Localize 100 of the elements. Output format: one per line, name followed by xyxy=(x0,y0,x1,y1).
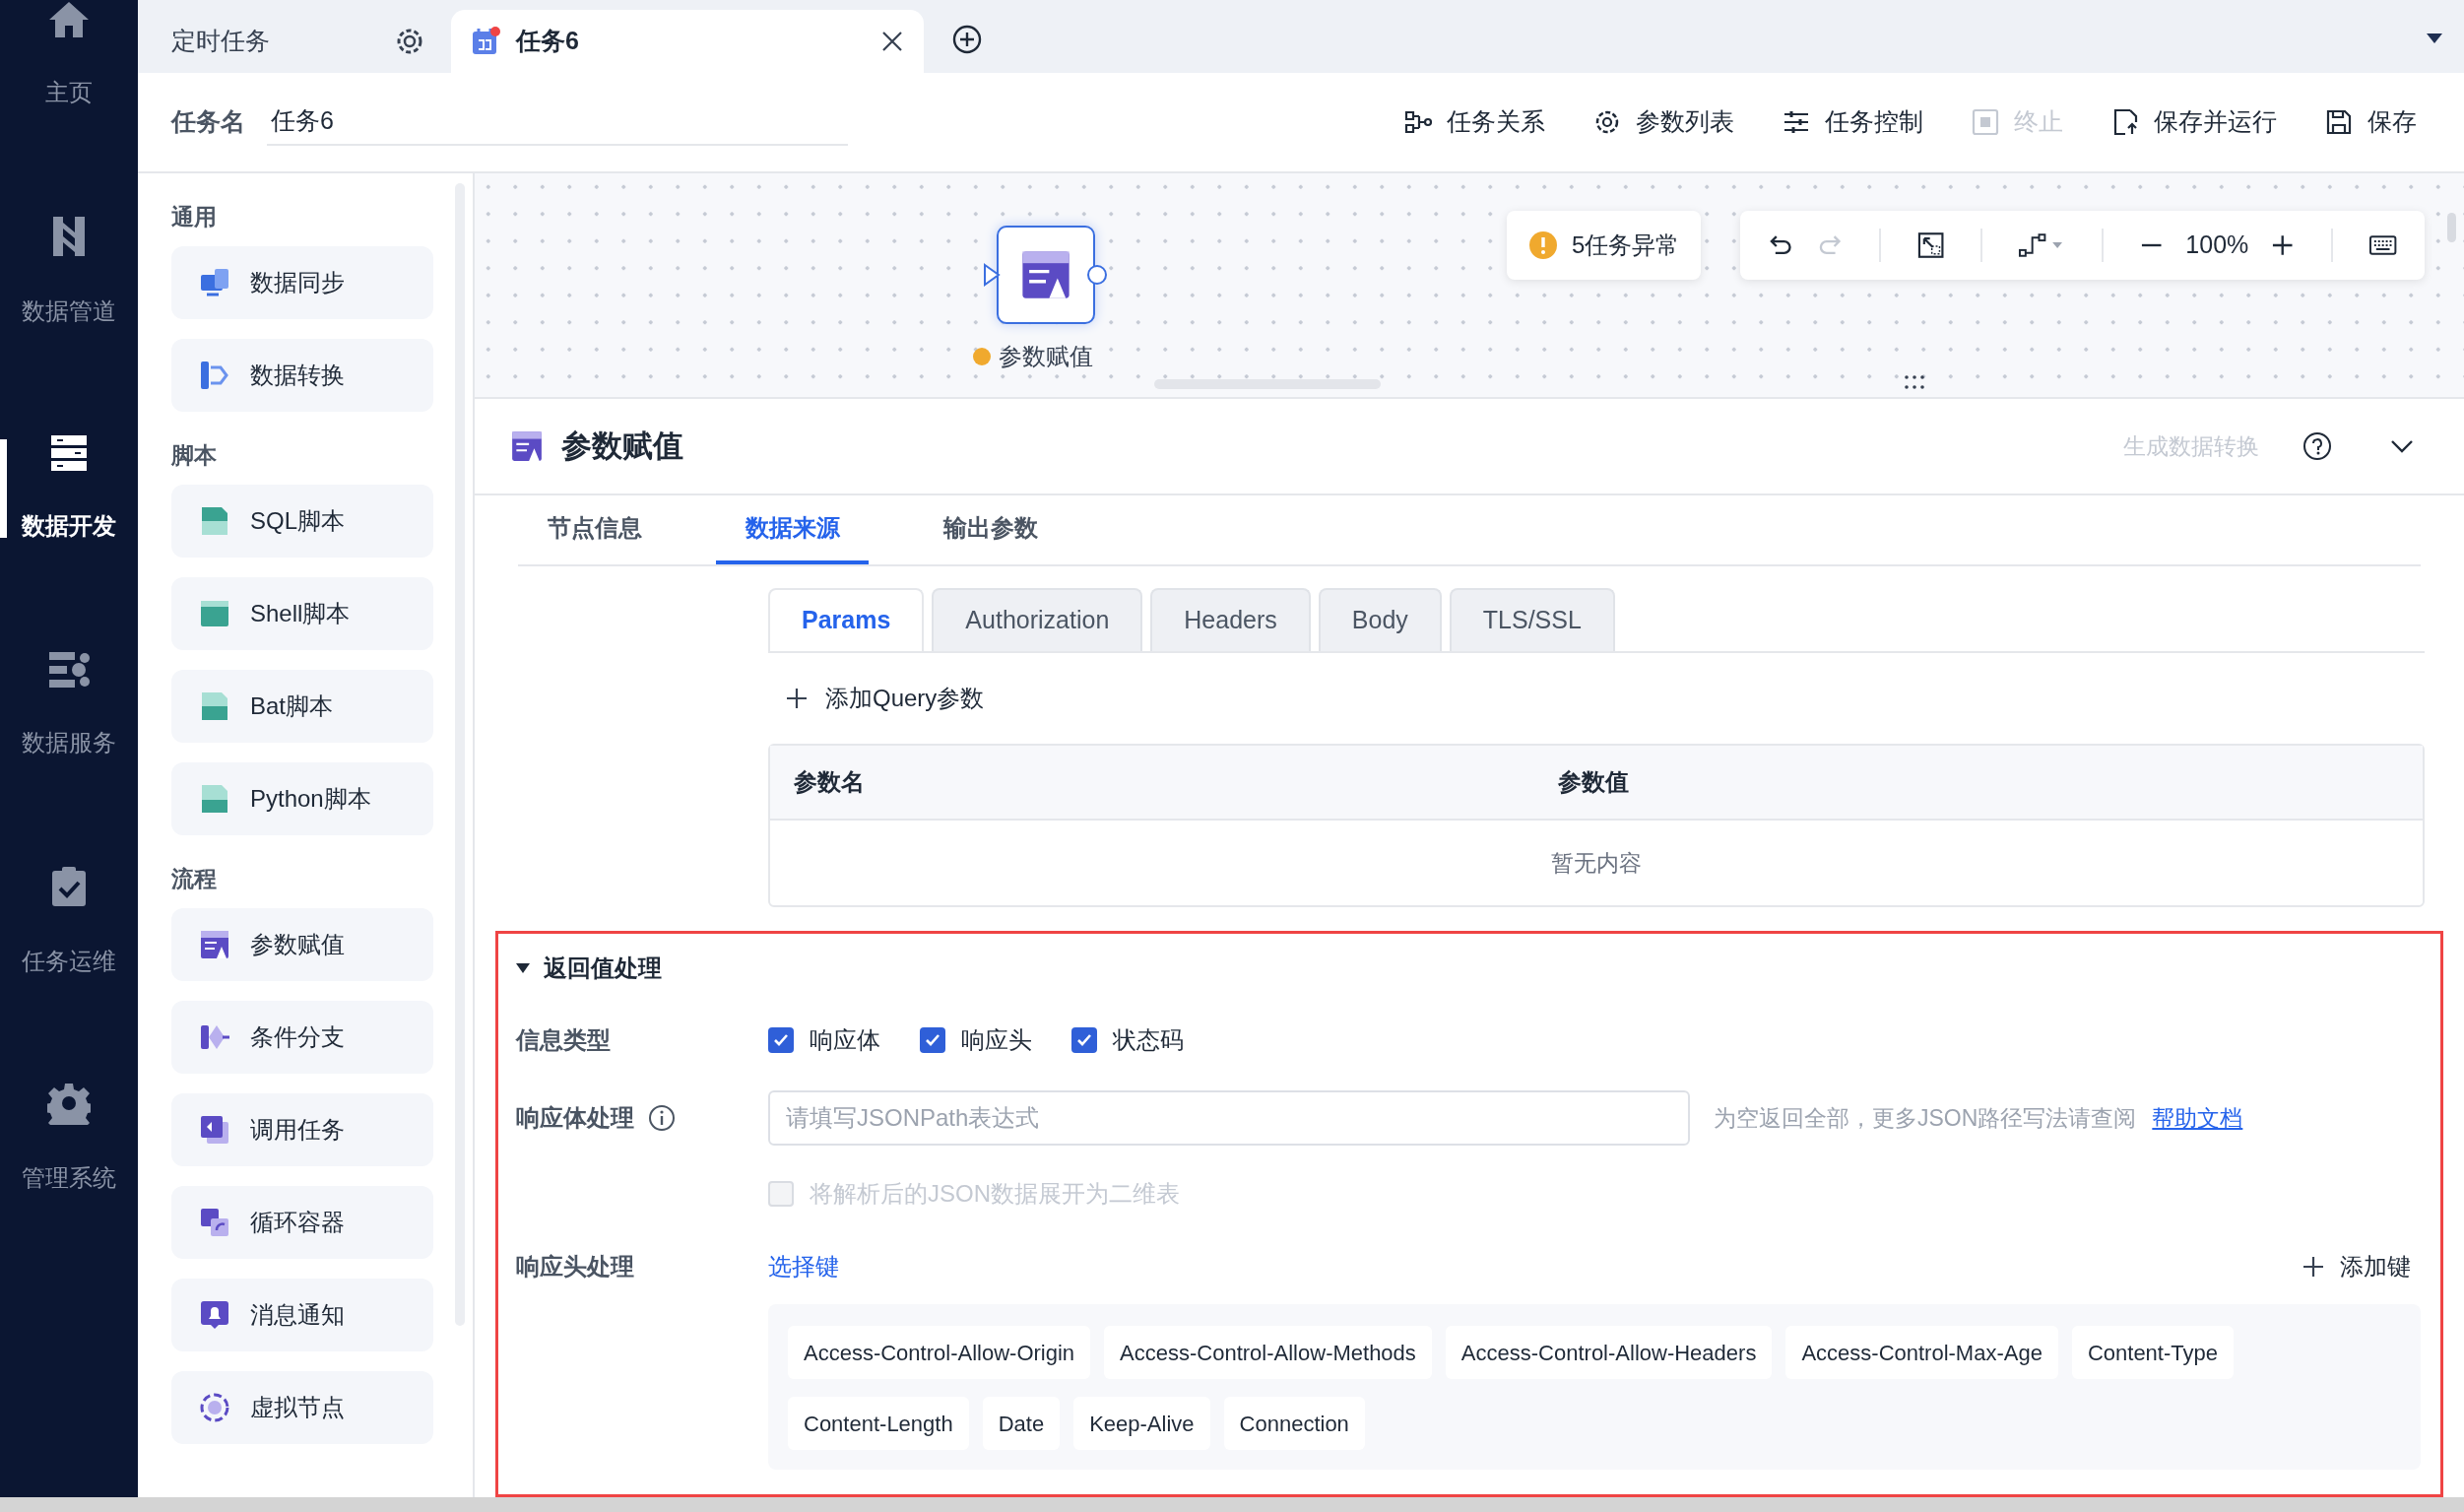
nav-item[interactable]: 数据服务 xyxy=(22,725,116,760)
scrollbar[interactable] xyxy=(2447,213,2456,242)
field-label: 信息类型 xyxy=(516,1025,612,1055)
checkbox[interactable] xyxy=(768,1027,794,1053)
section-heading: 通用 xyxy=(171,202,217,231)
ring-icon xyxy=(199,1392,230,1423)
chevron-down-icon[interactable] xyxy=(2389,438,2415,454)
caret-down-icon[interactable] xyxy=(516,962,530,974)
tab[interactable]: 定时任务 xyxy=(138,10,451,73)
plus-icon xyxy=(786,688,808,709)
empty-message: 暂无内容 xyxy=(1551,848,1642,878)
hint-text: 为空返回全部，更多JSON路径写法请查阅 xyxy=(1714,1103,2137,1133)
input-port-icon xyxy=(983,263,1001,287)
header-key-tag[interactable]: Access-Control-Allow-Origin xyxy=(788,1326,1091,1379)
nav-icon xyxy=(50,865,88,908)
header-key-tag[interactable]: Access-Control-Allow-Headers xyxy=(1445,1326,1773,1379)
dropdown-caret-icon[interactable] xyxy=(2427,33,2442,43)
palette-item[interactable]: 消息通知 xyxy=(171,1279,433,1351)
add-key-button[interactable]: 添加键 xyxy=(2302,1249,2411,1284)
palette-item[interactable]: Bat脚本 xyxy=(171,670,433,743)
add-query-button[interactable]: 添加Query参数 xyxy=(768,681,985,716)
link[interactable]: 选择键 xyxy=(768,1249,839,1284)
script-file-icon xyxy=(199,690,230,722)
fit-view-icon[interactable] xyxy=(1915,230,1946,260)
monitor-icon xyxy=(199,267,230,298)
tab[interactable]: 节点信息 xyxy=(518,495,671,564)
nav-item[interactable]: 数据管道 xyxy=(22,294,116,329)
link[interactable]: 帮助文档 xyxy=(2152,1100,2243,1136)
sliders-icon xyxy=(1019,248,1072,301)
tab[interactable]: Params xyxy=(768,588,925,651)
checkbox-label: 将解析后的JSON数据展开为二维表 xyxy=(810,1179,1180,1209)
column-header: 参数值 xyxy=(1558,767,1630,797)
section-title[interactable]: 返回值处理 xyxy=(544,951,662,986)
palette-item[interactable]: 条件分支 xyxy=(171,1001,433,1074)
header-key-tag[interactable]: Keep-Alive xyxy=(1073,1397,1210,1450)
field-label: 任务名 xyxy=(171,106,245,138)
palette-item[interactable]: 参数赋值 xyxy=(171,908,433,981)
checkbox[interactable] xyxy=(920,1027,945,1053)
field-label: 响应头处理 xyxy=(516,1252,635,1282)
nav-item[interactable]: 任务运维 xyxy=(22,944,116,979)
checkbox-label: 响应体 xyxy=(810,1025,880,1055)
checkbox[interactable] xyxy=(1071,1027,1097,1053)
branch-arrow-icon xyxy=(199,360,230,391)
stop-icon xyxy=(1971,107,2000,137)
tab[interactable]: Headers xyxy=(1150,588,1311,651)
output-port-icon[interactable] xyxy=(1086,264,1108,286)
plus-icon xyxy=(2302,1256,2324,1278)
header-key-tag[interactable]: Access-Control-Allow-Methods xyxy=(1104,1326,1432,1379)
palette-item[interactable]: 数据同步 xyxy=(171,246,433,319)
header-key-tag[interactable]: Access-Control-Max-Age xyxy=(1785,1326,2058,1379)
palette-item[interactable]: SQL脚本 xyxy=(171,485,433,558)
nav-icon xyxy=(49,433,89,473)
header-key-tag[interactable]: Connection xyxy=(1223,1397,1365,1450)
add-tab-icon[interactable] xyxy=(951,24,983,55)
zoom-in-icon[interactable] xyxy=(2270,232,2296,258)
nav-item[interactable]: 数据开发 xyxy=(22,508,116,544)
node-label: 参数赋值 xyxy=(999,342,1093,371)
nav-item[interactable]: 主页 xyxy=(45,75,93,110)
toolbar-button[interactable]: 保存并运行 xyxy=(2110,103,2277,141)
zoom-level: 100% xyxy=(2185,230,2249,261)
nav-icon xyxy=(47,0,91,39)
tab[interactable]: 数据来源 xyxy=(716,495,869,564)
column-header: 参数名 xyxy=(794,767,866,797)
header-key-tag[interactable]: Content-Type xyxy=(2071,1326,2234,1379)
close-icon[interactable] xyxy=(880,30,904,53)
palette-item[interactable]: 循环容器 xyxy=(171,1186,433,1259)
checkbox-label: 响应头 xyxy=(961,1025,1032,1055)
field-label: 响应体处理 xyxy=(516,1103,634,1133)
bell-icon xyxy=(199,1299,230,1331)
tab[interactable]: Body xyxy=(1318,588,1442,651)
alert-badge[interactable]: 5任务异常 xyxy=(1507,211,1702,280)
keyboard-icon[interactable] xyxy=(2367,233,2397,257)
help-icon[interactable] xyxy=(2302,431,2332,461)
tab[interactable]: 任务6 xyxy=(451,10,924,73)
toolbar-button[interactable]: 任务控制 xyxy=(1782,103,1923,141)
scrollbar[interactable] xyxy=(1154,379,1381,389)
toolbar-button[interactable]: 参数列表 xyxy=(1592,103,1734,141)
script-file-icon xyxy=(199,783,230,815)
sliders-icon xyxy=(510,429,544,463)
tab[interactable]: TLS/SSL xyxy=(1449,588,1615,651)
tab[interactable]: 输出参数 xyxy=(914,495,1067,564)
flow-node[interactable] xyxy=(997,226,1095,324)
palette-item[interactable]: Shell脚本 xyxy=(171,577,433,650)
panel-title: 参数赋值 xyxy=(561,427,683,465)
palette-item[interactable]: Python脚本 xyxy=(171,762,433,835)
checkbox-label: 状态码 xyxy=(1113,1025,1184,1055)
toolbar-button[interactable]: 保存 xyxy=(2324,103,2417,141)
save-icon xyxy=(2324,107,2354,137)
header-key-tag[interactable]: Content-Length xyxy=(788,1397,969,1450)
palette-item[interactable]: 调用任务 xyxy=(171,1093,433,1166)
task-name-field[interactable]: 任务6 xyxy=(267,99,848,146)
info-icon[interactable] xyxy=(648,1104,676,1132)
nav-item[interactable]: 管理系统 xyxy=(22,1160,116,1196)
tab[interactable]: Authorization xyxy=(932,588,1143,651)
section-heading: 流程 xyxy=(171,864,217,893)
toolbar-button[interactable]: 任务关系 xyxy=(1403,103,1545,141)
input-field[interactable]: 请填写JSONPath表达式 xyxy=(768,1090,1690,1146)
palette-item[interactable]: 虚拟节点 xyxy=(171,1371,433,1444)
palette-item[interactable]: 数据转换 xyxy=(171,339,433,412)
header-key-tag[interactable]: Date xyxy=(982,1397,1061,1450)
